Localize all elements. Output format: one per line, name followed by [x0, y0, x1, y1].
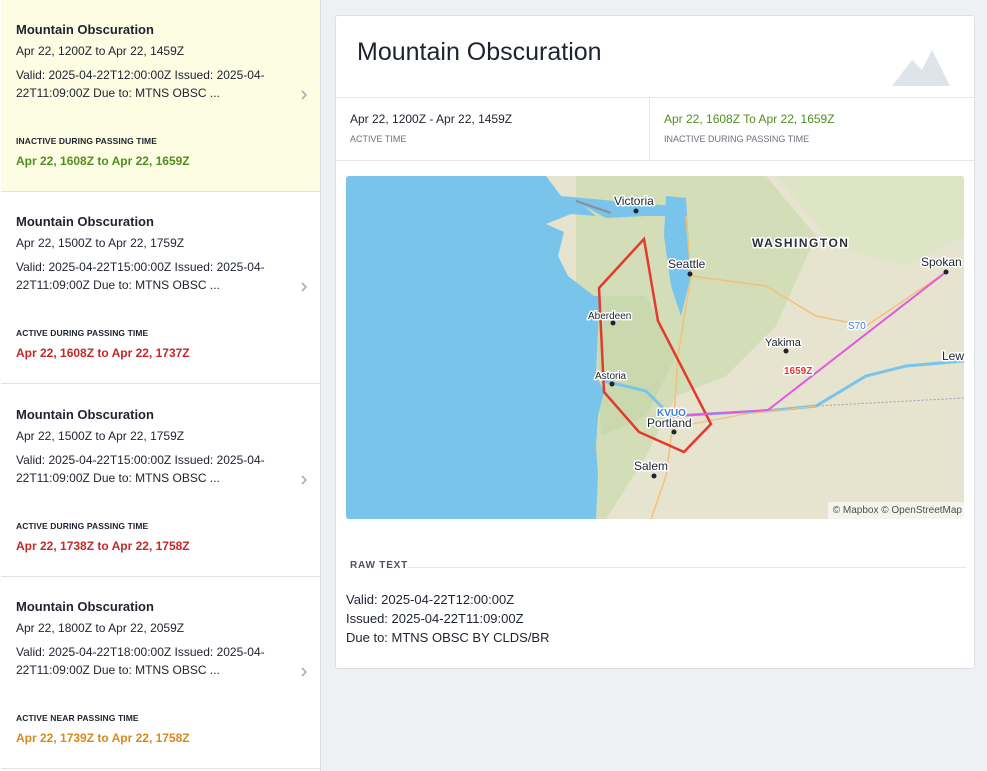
city-dot — [943, 269, 949, 275]
advisory-title: Mountain Obscuration — [16, 214, 154, 229]
status-label: ACTIVE NEAR PASSING TIME — [16, 713, 139, 723]
time-label-1659z: 1659Z — [784, 366, 812, 377]
city-label-portland: Portland — [647, 416, 692, 430]
city-dot — [687, 271, 693, 277]
raw-text-label: RAW TEXT — [350, 560, 409, 571]
city-dot — [609, 381, 615, 387]
advisory-period: Apr 22, 1800Z to Apr 22, 2059Z — [16, 621, 185, 635]
advisory-list: Mountain Obscuration Apr 22, 1200Z to Ap… — [0, 0, 321, 771]
active-time-label: ACTIVE TIME — [350, 134, 407, 144]
city-label-salem: Salem — [634, 459, 668, 473]
route-map[interactable]: Victoria WASHINGTON Seattle Spokan Aberd… — [346, 176, 964, 519]
advisory-card[interactable]: Mountain Obscuration Apr 22, 1500Z to Ap… — [1, 385, 320, 577]
chevron-right-icon — [299, 280, 309, 294]
city-label-yakima: Yakima — [765, 337, 802, 349]
advisory-description: Valid: 2025-04-22T12:00:00Z Issued: 2025… — [16, 68, 265, 100]
city-label-lewiston: Lew — [942, 349, 964, 363]
state-label-washington: WASHINGTON — [752, 236, 849, 250]
advisory-card[interactable]: Mountain Obscuration Apr 22, 1500Z to Ap… — [1, 192, 320, 384]
chevron-right-icon — [299, 665, 309, 679]
city-label-victoria: Victoria — [614, 194, 654, 208]
inactive-time-value: Apr 22, 1608Z To Apr 22, 1659Z — [664, 112, 835, 126]
advisory-title: Mountain Obscuration — [16, 22, 154, 37]
inactive-time-label: INACTIVE DURING PASSING TIME — [664, 134, 810, 144]
status-range: Apr 22, 1608Z to Apr 22, 1659Z — [16, 154, 190, 168]
divider — [649, 98, 650, 160]
raw-text-line: Valid: 2025-04-22T12:00:00Z — [346, 592, 515, 607]
divider — [336, 97, 974, 98]
active-time-value: Apr 22, 1200Z - Apr 22, 1459Z — [350, 112, 513, 126]
city-label-aberdeen: Aberdeen — [588, 311, 631, 322]
route-label-s70: S70 — [848, 321, 866, 332]
advisory-card[interactable]: Mountain Obscuration Apr 22, 1200Z to Ap… — [1, 0, 320, 192]
map-attribution[interactable]: © Mapbox © OpenStreetMap — [827, 502, 964, 519]
advisory-period: Apr 22, 1500Z to Apr 22, 1759Z — [16, 236, 185, 250]
status-range: Apr 22, 1608Z to Apr 22, 1737Z — [16, 346, 190, 360]
status-label: ACTIVE DURING PASSING TIME — [16, 328, 149, 338]
mountain-icon — [892, 46, 950, 86]
chevron-right-icon — [299, 473, 309, 487]
city-dot — [671, 429, 677, 435]
advisory-period: Apr 22, 1500Z to Apr 22, 1759Z — [16, 429, 185, 443]
city-label-seattle: Seattle — [668, 257, 706, 271]
divider — [336, 160, 974, 161]
city-dot — [783, 348, 789, 354]
status-range: Apr 22, 1739Z to Apr 22, 1758Z — [16, 731, 190, 745]
advisory-description: Valid: 2025-04-22T15:00:00Z Issued: 2025… — [16, 260, 265, 292]
advisory-detail-panel: Mountain Obscuration Apr 22, 1200Z - Apr… — [335, 15, 975, 669]
status-label: INACTIVE DURING PASSING TIME — [16, 136, 158, 146]
raw-text-line: Due to: MTNS OBSC BY CLDS/BR — [346, 630, 550, 645]
status-label: ACTIVE DURING PASSING TIME — [16, 521, 149, 531]
advisory-description: Valid: 2025-04-22T15:00:00Z Issued: 2025… — [16, 453, 265, 485]
city-label-spokane: Spokan — [921, 255, 962, 269]
raw-text-line: Issued: 2025-04-22T11:09:00Z — [346, 611, 524, 626]
city-dot — [633, 208, 639, 214]
divider — [408, 567, 966, 568]
advisory-description: Valid: 2025-04-22T18:00:00Z Issued: 2025… — [16, 645, 265, 677]
advisory-card[interactable]: Mountain Obscuration Apr 22, 1800Z to Ap… — [1, 577, 320, 769]
city-label-astoria: Astoria — [595, 371, 627, 382]
advisory-title: Mountain Obscuration — [16, 599, 154, 614]
city-dot — [651, 473, 657, 479]
advisory-title: Mountain Obscuration — [16, 407, 154, 422]
chevron-right-icon — [299, 88, 309, 102]
advisory-period: Apr 22, 1200Z to Apr 22, 1459Z — [16, 44, 185, 58]
status-range: Apr 22, 1738Z to Apr 22, 1758Z — [16, 539, 190, 553]
detail-title: Mountain Obscuration — [357, 38, 602, 66]
